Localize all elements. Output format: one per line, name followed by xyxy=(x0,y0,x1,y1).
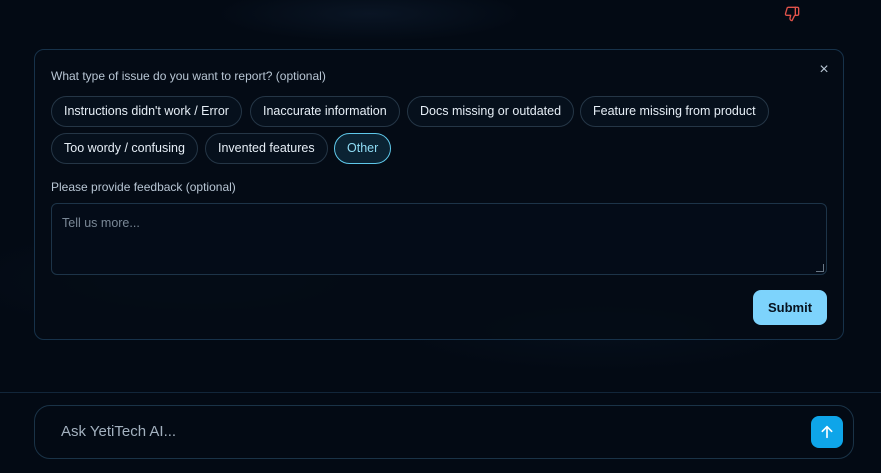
chip-too-wordy[interactable]: Too wordy / confusing xyxy=(51,133,198,164)
feedback-panel: × What type of issue do you want to repo… xyxy=(34,49,844,340)
chip-feature-missing[interactable]: Feature missing from product xyxy=(580,96,769,127)
chip-other[interactable]: Other xyxy=(334,133,392,164)
send-button[interactable] xyxy=(811,416,843,448)
close-icon[interactable]: × xyxy=(817,62,831,78)
resize-handle[interactable] xyxy=(816,264,824,272)
issue-type-label: What type of issue do you want to report… xyxy=(51,69,326,83)
chat-input-placeholder: Ask YetiTech AI... xyxy=(61,423,177,440)
chip-instructions-error[interactable]: Instructions didn't work / Error xyxy=(51,96,242,127)
feedback-label: Please provide feedback (optional) xyxy=(51,180,236,194)
divider xyxy=(0,392,881,393)
submit-button[interactable]: Submit xyxy=(753,290,827,325)
feedback-textarea[interactable]: Tell us more... xyxy=(51,203,827,275)
feedback-placeholder: Tell us more... xyxy=(62,216,140,230)
chip-invented-features[interactable]: Invented features xyxy=(205,133,328,164)
chat-input[interactable]: Ask YetiTech AI... xyxy=(34,405,854,459)
thumbs-down-icon[interactable] xyxy=(784,6,800,22)
arrow-up-icon xyxy=(821,425,833,439)
chip-inaccurate-information[interactable]: Inaccurate information xyxy=(250,96,400,127)
chip-docs-missing[interactable]: Docs missing or outdated xyxy=(407,96,575,127)
